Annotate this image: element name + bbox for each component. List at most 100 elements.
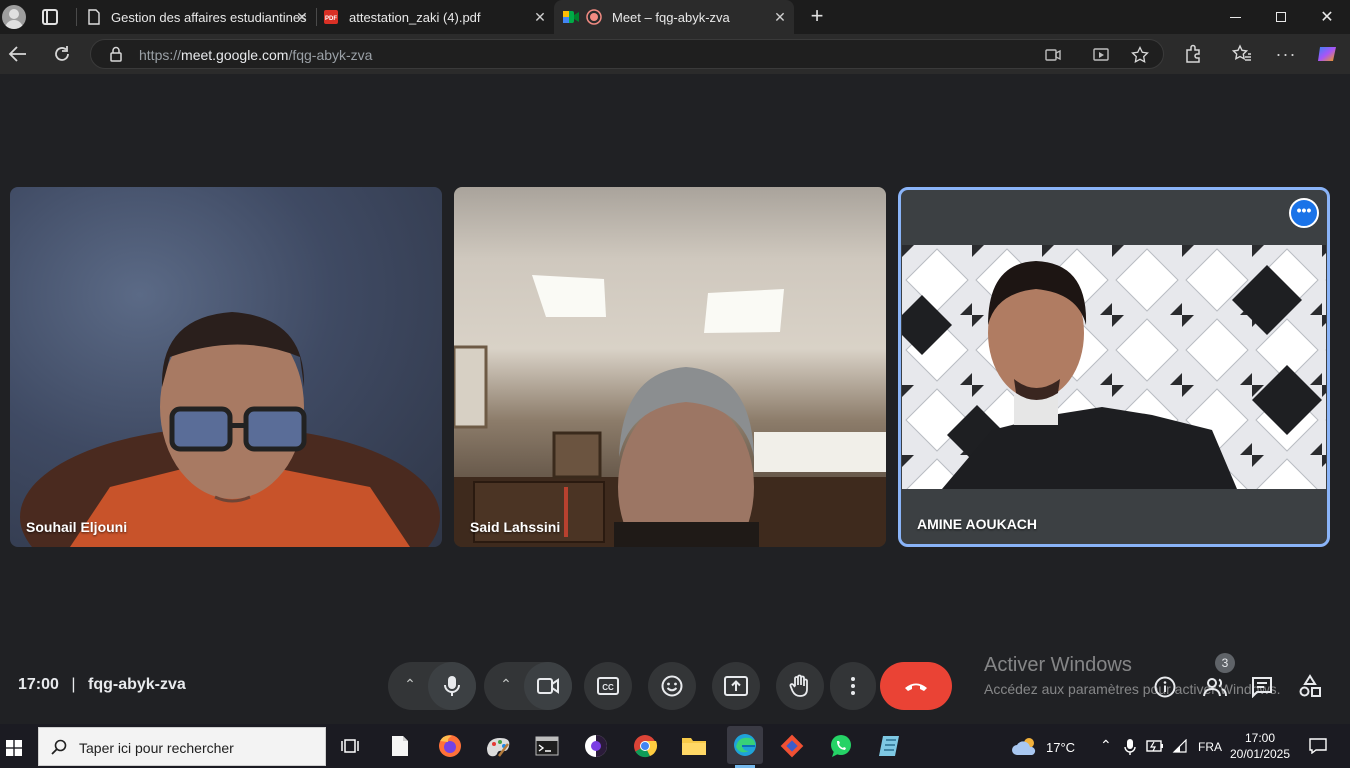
meeting-info: 17:00 | fqg-abyk-zva (18, 676, 186, 694)
meeting-separator: | (71, 676, 76, 693)
restore-button[interactable] (1258, 0, 1304, 34)
participant-video (902, 245, 1326, 489)
tab-title: Gestion des affaires estudiantines (111, 9, 307, 25)
participant-tile[interactable]: Said Lahssini (454, 187, 886, 547)
cast-icon[interactable] (1093, 47, 1109, 63)
participant-tile-active[interactable]: ••• AMINE AOUKACH (898, 187, 1330, 547)
camera-permission-icon[interactable] (1045, 48, 1061, 62)
tab-title: attestation_zaki (4).pdf (349, 9, 481, 25)
svg-text:CC: CC (602, 683, 614, 692)
tab-meet[interactable]: Meet – fqg-abyk-zva ✕ (554, 0, 794, 34)
app-blue-icon[interactable] (874, 730, 906, 762)
weather-temperature[interactable]: 17°C (1046, 740, 1075, 755)
svg-text:PDF: PDF (325, 16, 337, 22)
profile-avatar-icon[interactable] (2, 5, 26, 29)
chevron-up-icon[interactable]: ⌃ (1100, 737, 1112, 754)
meeting-details-icon[interactable] (1154, 676, 1176, 698)
git-icon[interactable] (776, 730, 808, 762)
back-arrow-icon[interactable] (8, 45, 28, 63)
microphone-button[interactable] (428, 662, 476, 710)
present-screen-button[interactable] (712, 662, 760, 710)
raise-hand-button[interactable] (776, 662, 824, 710)
hand-icon (789, 674, 808, 697)
microphone-tray-icon[interactable] (1124, 738, 1136, 756)
hang-up-icon (905, 683, 927, 691)
workspaces-icon[interactable] (42, 9, 58, 25)
browser-toolbar: https://meet.google.com/fqg-abyk-zva ··· (0, 34, 1350, 74)
windows-activation-watermark: Activer Windows Accédez aux paramètres p… (984, 654, 1280, 697)
activities-icon[interactable] (1298, 674, 1322, 698)
end-call-button[interactable] (880, 662, 952, 710)
search-icon (51, 739, 67, 755)
new-tab-plus-icon[interactable]: + (806, 5, 828, 27)
watermark-title: Activer Windows (984, 654, 1132, 676)
reload-icon[interactable] (52, 44, 72, 64)
firefox-icon[interactable] (434, 730, 466, 762)
captions-icon: CC (597, 677, 619, 695)
participant-video (454, 275, 886, 547)
more-horizontal-icon: ••• (1296, 202, 1312, 218)
meet-control-bar: 17:00 | fqg-abyk-zva ⌃ ⌃ CC Activer Wind… (0, 653, 1350, 724)
emoji-icon (661, 675, 683, 697)
meet-icon (563, 11, 579, 23)
weather-cloud-icon[interactable] (1012, 736, 1040, 756)
whatsapp-icon[interactable] (825, 730, 857, 762)
participant-options-button[interactable]: ••• (1289, 198, 1319, 228)
file-icon[interactable] (384, 730, 416, 762)
participant-video (20, 312, 440, 547)
tab-attestation[interactable]: PDF attestation_zaki (4).pdf ✕ (318, 0, 554, 34)
input-language[interactable]: FRA (1198, 740, 1222, 754)
windows-start-icon[interactable] (6, 740, 22, 756)
camera-icon (537, 678, 559, 694)
extensions-icon[interactable] (1183, 44, 1203, 64)
meeting-time: 17:00 (18, 676, 59, 693)
more-options-icon[interactable]: ··· (1276, 42, 1296, 66)
recording-icon (586, 9, 602, 25)
chat-icon[interactable] (1251, 676, 1273, 698)
participant-name: AMINE AOUKACH (917, 516, 1038, 532)
camera-button[interactable] (524, 662, 572, 710)
clock-date: 20/01/2025 (1229, 747, 1291, 761)
close-icon[interactable]: ✕ (772, 9, 788, 25)
tab-gestion[interactable]: Gestion des affaires estudiantines ✕ (78, 0, 316, 34)
paint-icon[interactable] (482, 730, 514, 762)
favorite-star-icon[interactable] (1131, 46, 1149, 64)
url-text: https://meet.google.com/fqg-abyk-zva (139, 47, 372, 63)
task-view-icon[interactable] (334, 730, 366, 762)
url-prefix: https:// (139, 47, 182, 63)
close-icon[interactable]: ✕ (532, 9, 548, 25)
lock-icon[interactable] (109, 46, 123, 62)
edge-icon[interactable] (727, 726, 763, 764)
url-host: meet.google.com (181, 47, 289, 63)
reactions-button[interactable] (648, 662, 696, 710)
taskbar-search-box[interactable]: Taper ici pour rechercher (38, 727, 326, 766)
minimize-button[interactable] (1212, 0, 1258, 34)
url-path: /fqg-abyk-zva (288, 47, 373, 63)
microphone-icon (444, 676, 460, 696)
captions-button[interactable]: CC (584, 662, 632, 710)
favorites-icon[interactable] (1232, 44, 1252, 64)
folder-icon[interactable] (678, 730, 710, 762)
notifications-icon[interactable] (1309, 738, 1327, 754)
more-vertical-icon (851, 677, 855, 695)
taskbar-clock[interactable]: 17:00 20/01/2025 (1228, 730, 1292, 762)
video-options-chevron-icon[interactable]: ⌃ (495, 676, 517, 698)
wifi-icon[interactable] (1172, 739, 1188, 753)
participant-tile[interactable]: Souhail Eljouni (10, 187, 442, 547)
address-bar[interactable]: https://meet.google.com/fqg-abyk-zva (90, 39, 1164, 69)
copilot-icon[interactable] (1316, 43, 1338, 65)
people-icon[interactable] (1202, 676, 1228, 698)
audio-options-chevron-icon[interactable]: ⌃ (399, 676, 421, 698)
clock-time: 17:00 (1244, 731, 1276, 745)
battery-icon[interactable] (1146, 740, 1164, 752)
close-icon[interactable]: ✕ (294, 9, 310, 25)
page-icon (88, 9, 100, 25)
windows-taskbar: Taper ici pour rechercher 17°C ⌃ FRA 17:… (0, 724, 1350, 768)
close-window-button[interactable]: ✕ (1304, 0, 1350, 34)
people-count-badge: 3 (1215, 653, 1235, 673)
meeting-code: fqg-abyk-zva (87, 676, 186, 693)
chrome-icon[interactable] (629, 730, 661, 762)
app-purple-icon[interactable] (580, 730, 612, 762)
terminal-icon[interactable] (531, 730, 563, 762)
more-options-button[interactable] (830, 662, 876, 710)
